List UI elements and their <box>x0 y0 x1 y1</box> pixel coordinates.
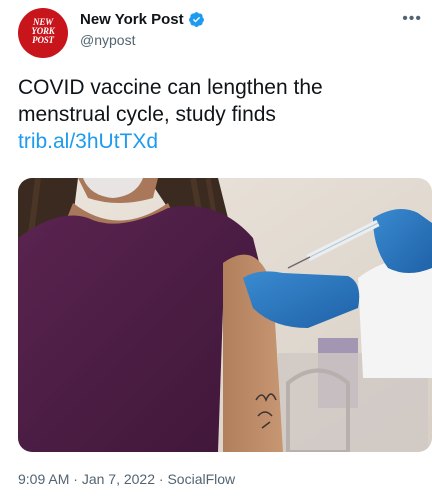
meta-separator: · <box>69 471 82 487</box>
more-options-icon[interactable]: ••• <box>402 10 422 28</box>
tweet-time[interactable]: 9:09 AM <box>18 471 69 487</box>
vaccination-photo-image <box>18 178 432 452</box>
author-name-row: New York Post <box>80 11 205 28</box>
tweet-text-line: COVID vaccine can lengthen the <box>18 76 323 99</box>
tweet-text-line: menstrual cycle, study finds <box>18 103 276 126</box>
author-handle[interactable]: @nypost <box>80 32 135 48</box>
tweet-source[interactable]: SocialFlow <box>167 471 235 487</box>
avatar-logo: NEW YORK POST <box>31 17 55 45</box>
tweet-meta: 9:09 AM · Jan 7, 2022 · SocialFlow <box>18 471 235 487</box>
tweet-link[interactable]: trib.al/3hUtTXd <box>18 128 418 155</box>
verified-badge-icon <box>188 12 204 27</box>
tweet-date[interactable]: Jan 7, 2022 <box>82 471 155 487</box>
tweet-media-photo[interactable] <box>18 178 432 452</box>
author-display-name[interactable]: New York Post <box>80 11 184 28</box>
avatar[interactable]: NEW YORK POST <box>18 8 68 58</box>
meta-separator: · <box>155 471 168 487</box>
tweet-text: COVID vaccine can lengthen the menstrual… <box>18 74 418 155</box>
tweet-header: NEW YORK POST New York Post @nypost ••• <box>18 8 421 58</box>
